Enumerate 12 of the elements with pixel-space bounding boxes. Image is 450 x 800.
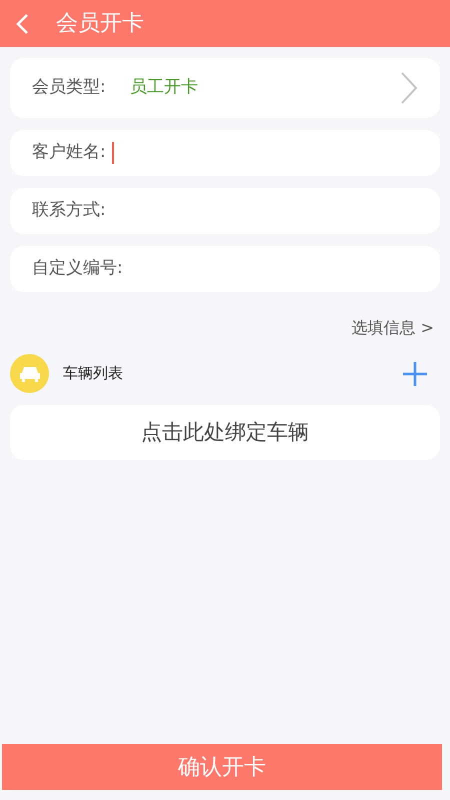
plus-icon [402, 360, 428, 386]
text-field[interactable]: 联系方式: [10, 188, 440, 234]
member-type-select[interactable]: 会员类型: 员工开卡 [10, 58, 440, 118]
page-title: 会员开卡 [56, 10, 144, 38]
text-field[interactable]: 自定义编号: [10, 246, 440, 292]
optional-info-link[interactable]: 选填信息 > [352, 316, 434, 340]
vehicle-list-title: 车辆列表 [63, 363, 124, 384]
bind-vehicle-button[interactable]: 点击此处绑定车辆 [10, 405, 440, 460]
back-icon [15, 12, 29, 34]
chevron-right-icon [400, 71, 418, 105]
car-icon [10, 354, 49, 393]
text-field[interactable]: 客户姓名: [10, 130, 440, 176]
